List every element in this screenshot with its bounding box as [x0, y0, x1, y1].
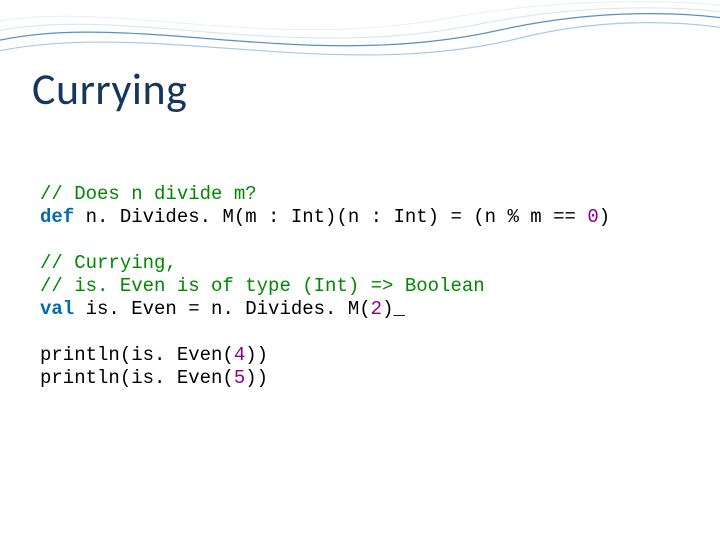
code-number: 5	[234, 367, 245, 389]
code-chunk-3: println(is. Even(4)) println(is. Even(5)…	[40, 344, 680, 390]
code-text: println(is. Even(	[40, 367, 234, 389]
slide-title: Currying	[32, 62, 187, 116]
code-number: 2	[371, 298, 382, 320]
code-text: is. Even = n. Divides. M(	[74, 298, 370, 320]
code-block: // Does n divide m? def n. Divides. M(m …	[40, 160, 680, 413]
code-number: 0	[587, 206, 598, 228]
code-chunk-2: // Currying, // is. Even is of type (Int…	[40, 252, 680, 321]
code-comment: // Does n divide m?	[40, 183, 257, 205]
code-text: ))	[245, 367, 268, 389]
keyword-def: def	[40, 206, 74, 228]
keyword-val: val	[40, 298, 74, 320]
slide: Currying // Does n divide m? def n. Divi…	[0, 0, 720, 540]
code-number: 4	[234, 344, 245, 366]
code-comment: // Currying,	[40, 252, 177, 274]
code-comment: // is. Even is of type (Int) => Boolean	[40, 275, 485, 297]
code-text: n. Divides. M(m : Int)(n : Int) = (n % m…	[74, 206, 587, 228]
code-text: )	[599, 206, 610, 228]
code-chunk-1: // Does n divide m? def n. Divides. M(m …	[40, 183, 680, 229]
code-text: ))	[245, 344, 268, 366]
code-text: println(is. Even(	[40, 344, 234, 366]
code-text: )_	[382, 298, 405, 320]
